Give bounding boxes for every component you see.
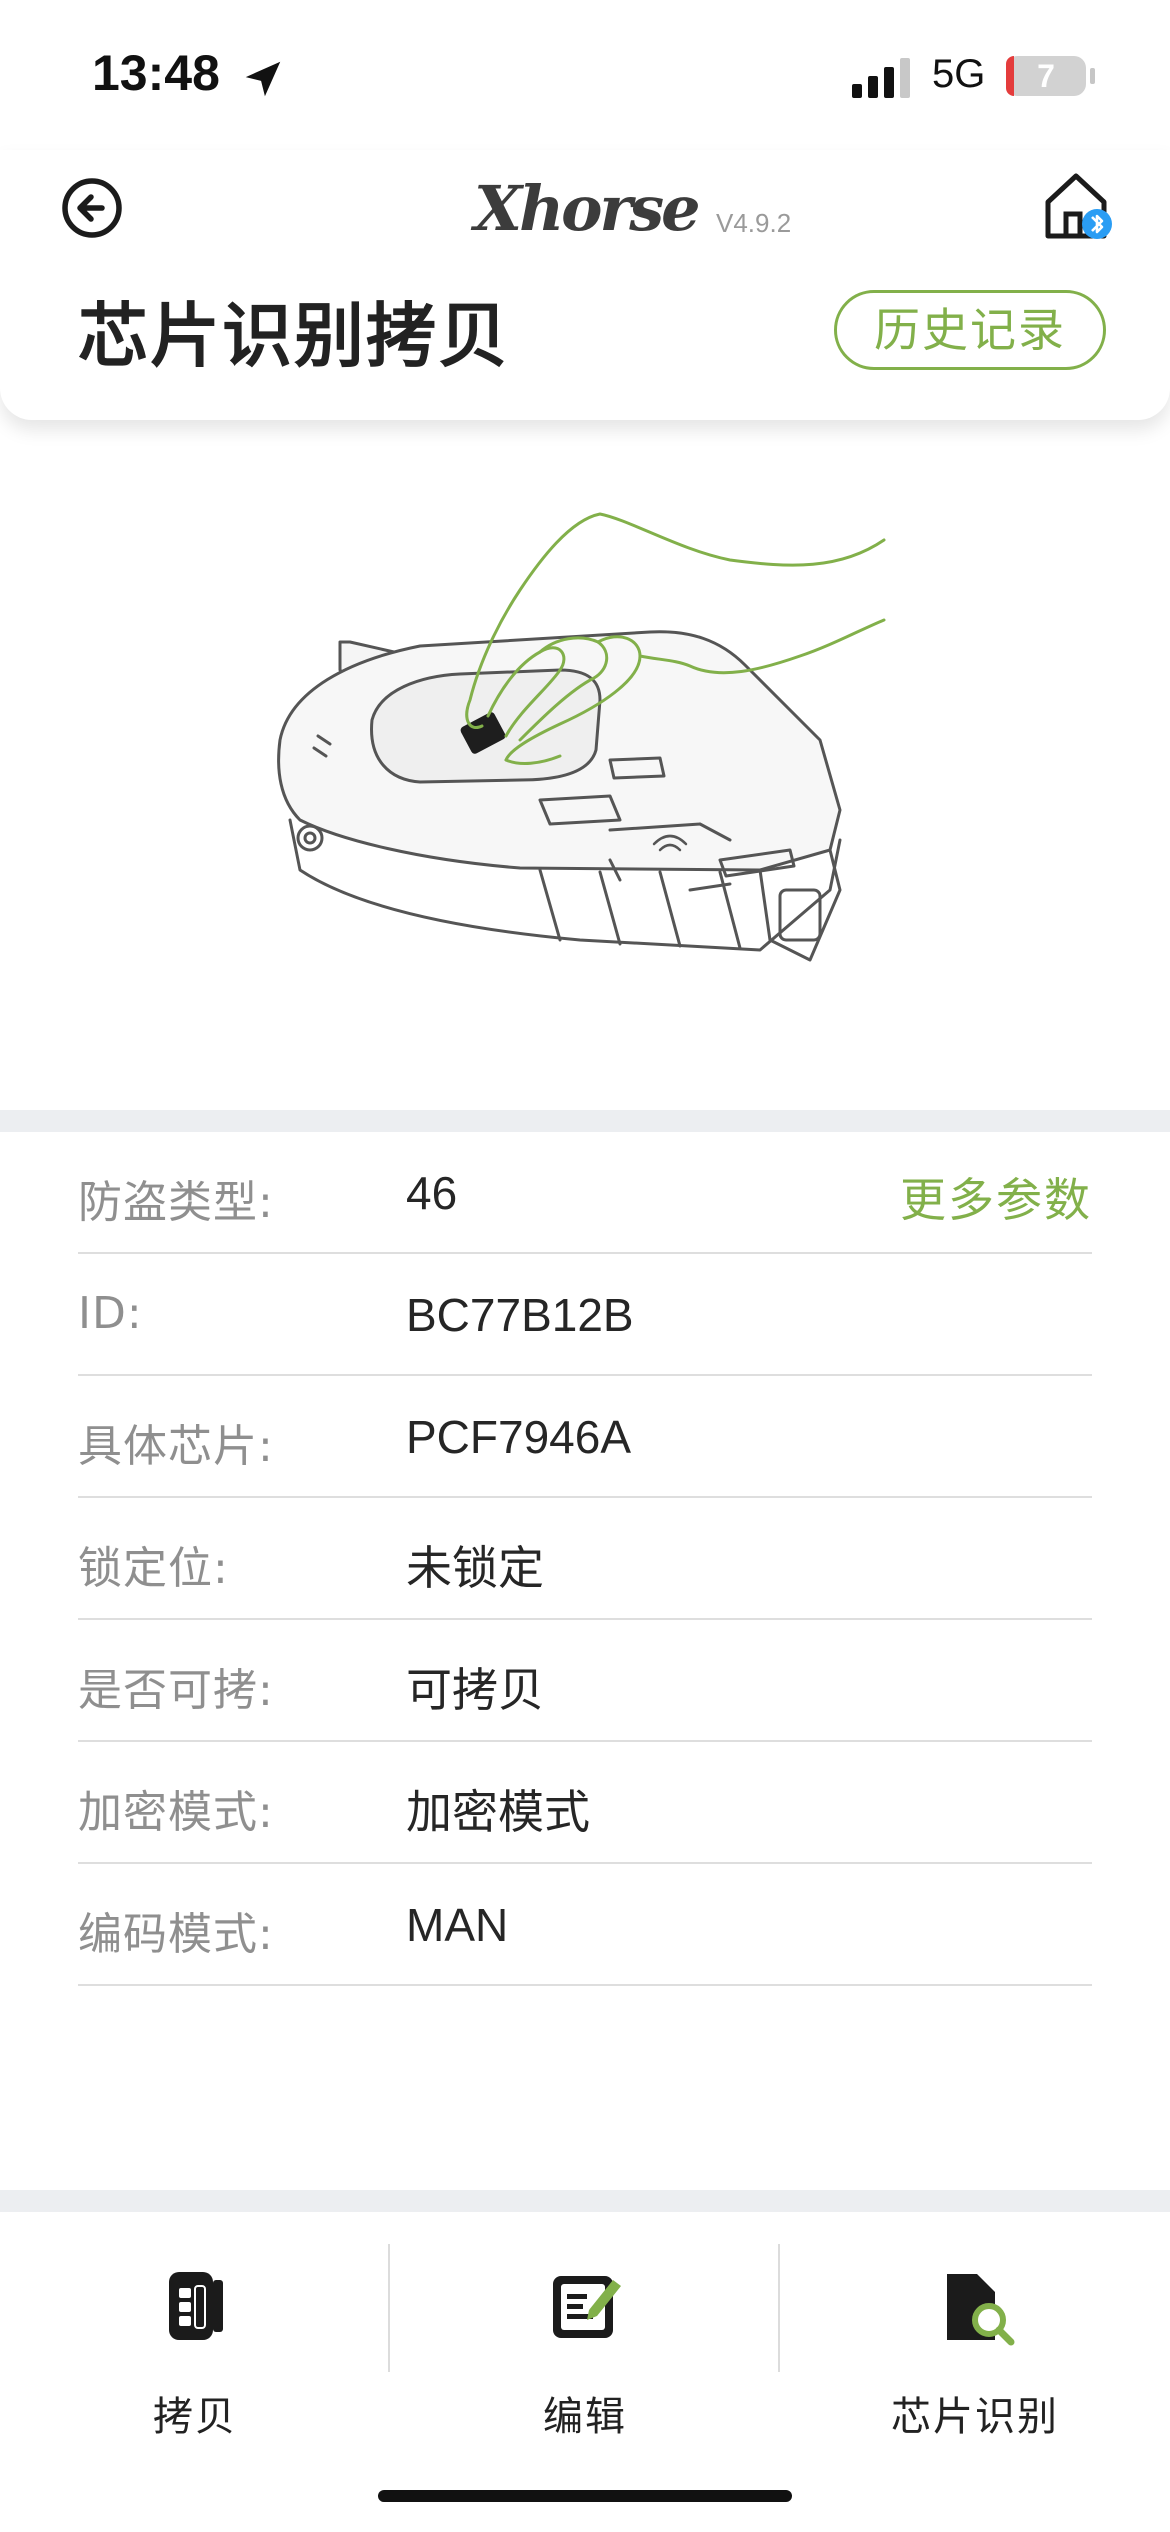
- tab-chip-identify[interactable]: 芯片识别: [780, 2254, 1170, 2440]
- tab-label: 芯片识别: [891, 2394, 1059, 2440]
- tab-label: 编辑: [543, 2394, 627, 2440]
- battery-icon: 7: [1006, 56, 1086, 96]
- info-label: 防盗类型:: [78, 1177, 274, 1228]
- tab-edit[interactable]: 编辑: [390, 2254, 780, 2440]
- section-divider: [0, 1110, 1170, 1132]
- info-row-encryption-mode: 加密模式: 加密模式: [78, 1742, 1092, 1864]
- chip-search-icon: [947, 2274, 1015, 2346]
- info-value: PCF7946A: [406, 1411, 632, 1463]
- location-arrow-icon: [245, 61, 281, 97]
- info-row-copyable: 是否可拷: 可拷贝: [78, 1620, 1092, 1742]
- info-row-specific-chip: 具体芯片: PCF7946A: [78, 1376, 1092, 1498]
- page-title: 芯片识别拷贝: [78, 295, 510, 377]
- info-row-lock-bit: 锁定位: 未锁定: [78, 1498, 1092, 1620]
- tab-label: 拷贝: [153, 2394, 237, 2440]
- bottom-tab-bar: 拷贝 编辑 芯片识别: [0, 2214, 1170, 2532]
- battery-level-text: 7: [1037, 58, 1055, 94]
- device-with-hand-illustration: [277, 512, 886, 962]
- info-row-immobilizer-type: 防盗类型: 46 更多参数: [78, 1132, 1092, 1254]
- info-label: 编码模式:: [78, 1909, 274, 1960]
- status-time: 13:48: [92, 45, 220, 101]
- app-version: V4.9.2: [716, 208, 792, 238]
- status-bar: 13:48 5G 7: [0, 0, 1170, 150]
- info-label: 具体芯片:: [78, 1421, 274, 1472]
- xhorse-logo: Xhorse: [474, 172, 701, 245]
- header: Xhorse V4.9.2 芯片识别拷贝 历史记录: [0, 150, 1170, 420]
- edit-document-icon: [553, 2276, 621, 2338]
- info-value: 46: [406, 1167, 458, 1219]
- back-arrow-circle-icon[interactable]: [60, 176, 124, 240]
- info-value: BC77B12B: [406, 1289, 634, 1341]
- info-label: ID:: [78, 1288, 143, 1339]
- info-row-id: ID: BC77B12B: [78, 1254, 1092, 1376]
- signal-bars-icon: [852, 58, 910, 98]
- info-value: MAN: [406, 1899, 509, 1951]
- device-illustration: [0, 420, 1170, 1110]
- info-label: 加密模式:: [78, 1787, 274, 1838]
- history-button[interactable]: 历史记录: [834, 290, 1106, 370]
- info-value: 加密模式: [406, 1786, 590, 1838]
- info-label: 锁定位:: [78, 1543, 229, 1594]
- home-bluetooth-icon[interactable]: [1040, 168, 1114, 242]
- network-type: 5G: [932, 52, 986, 96]
- battery-tip: [1090, 68, 1095, 84]
- tabbar-divider: [0, 2190, 1170, 2212]
- tab-copy[interactable]: 拷贝: [0, 2254, 390, 2440]
- more-params-link[interactable]: 更多参数: [900, 1164, 1092, 1230]
- info-row-encoding-mode: 编码模式: MAN: [78, 1864, 1092, 1986]
- chip-info-list: 防盗类型: 46 更多参数 ID: BC77B12B 具体芯片: PCF7946…: [78, 1132, 1092, 1986]
- key-fob-icon: [169, 2272, 223, 2340]
- home-indicator[interactable]: [378, 2490, 792, 2502]
- info-value: 未锁定: [406, 1542, 544, 1594]
- info-value: 可拷贝: [406, 1664, 544, 1716]
- info-label: 是否可拷:: [78, 1665, 274, 1716]
